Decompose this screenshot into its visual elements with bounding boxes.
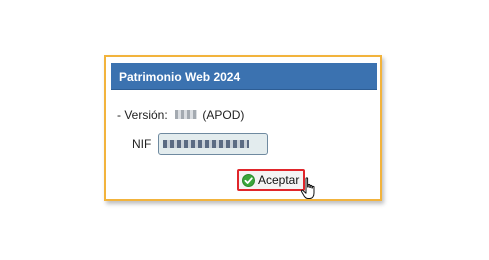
version-suffix: (APOD) (202, 107, 245, 122)
nif-input[interactable] (158, 133, 268, 155)
dialog-title: Patrimonio Web 2024 (119, 70, 241, 84)
version-prefix: - Versión: (117, 107, 168, 122)
check-circle-icon (242, 173, 255, 187)
nif-label: NIF (132, 137, 152, 151)
hand-pointer-icon (300, 177, 315, 199)
redacted-nif-value (163, 140, 249, 148)
version-line: - Versión: (APOD) (117, 107, 244, 122)
login-dialog: Patrimonio Web 2024 - Versión: (APOD) NI… (104, 55, 382, 201)
accept-button[interactable]: Aceptar (237, 169, 306, 191)
dialog-titlebar: Patrimonio Web 2024 (111, 63, 377, 90)
redacted-version-number (175, 110, 198, 120)
accept-label: Aceptar (258, 173, 300, 187)
